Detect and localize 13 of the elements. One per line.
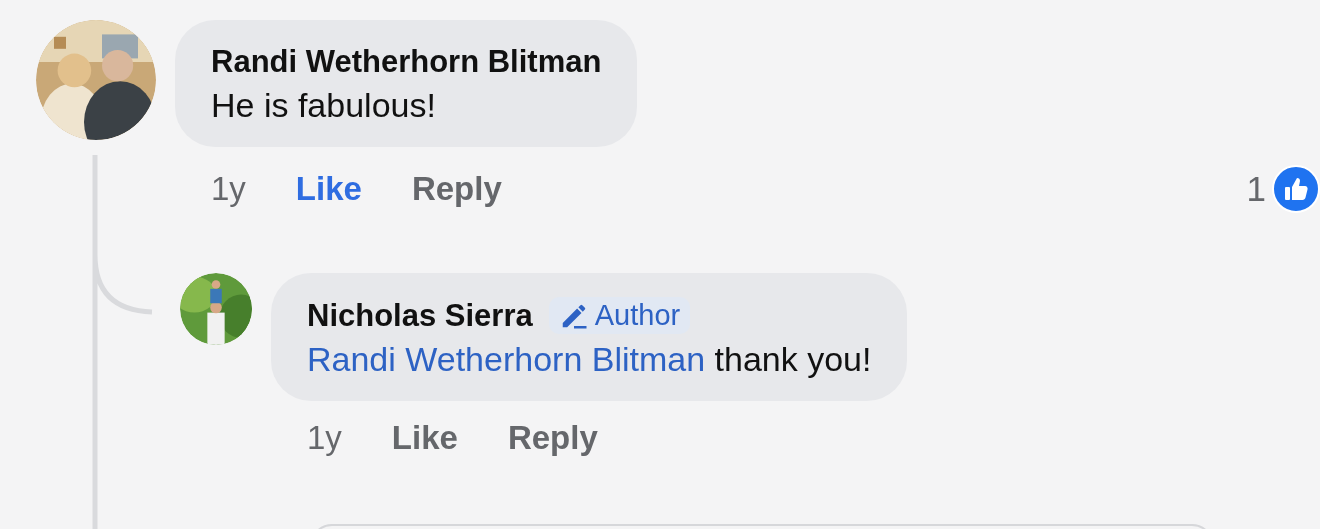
comment-time: 1y xyxy=(211,170,246,208)
like-link[interactable]: Like xyxy=(391,419,458,457)
comment-text: He is fabulous! xyxy=(211,86,437,125)
comment-time: 1y xyxy=(307,419,342,457)
author-name: Randi Wetherhorn Blitman xyxy=(211,44,602,80)
reply-link[interactable]: Reply xyxy=(411,170,502,208)
mention-link[interactable]: Randi Wetherhorn Blitman xyxy=(307,340,706,378)
reply-link[interactable]: Reply xyxy=(507,419,598,457)
like-link[interactable]: Like xyxy=(295,170,362,208)
author-name: Nicholas Sierra xyxy=(307,297,533,334)
reaction-count: 1 xyxy=(1246,169,1266,209)
comment-text: Randi Wetherhorn Blitman thank you! xyxy=(307,340,872,379)
author-badge: Author xyxy=(548,297,691,334)
